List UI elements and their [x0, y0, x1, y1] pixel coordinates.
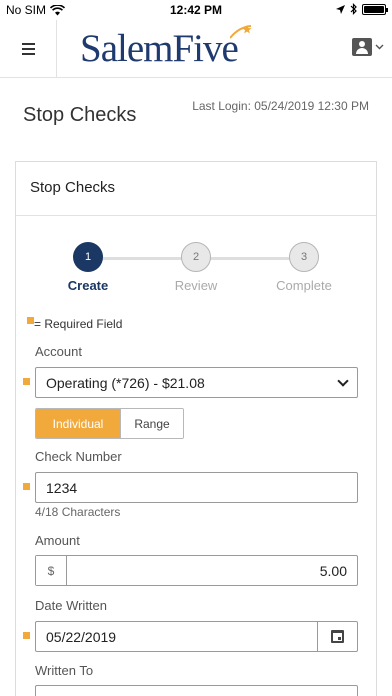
battery-icon [362, 3, 388, 15]
stop-checks-card: Stop Checks 1 2 3 Create Review Complete… [15, 161, 377, 696]
chevron-down-icon [337, 375, 349, 387]
step-1-label: Create [67, 278, 109, 293]
location-arrow-icon [336, 4, 345, 14]
progress-stepper: 1 2 3 Create Review Complete [16, 241, 376, 301]
currency-symbol: $ [36, 556, 67, 585]
logo-text: SalemFive [80, 27, 239, 70]
required-marker [23, 632, 30, 639]
step-3-circle: 3 [289, 242, 319, 272]
chevron-down-icon [375, 44, 384, 50]
status-right [336, 3, 388, 15]
step-connector [196, 257, 304, 260]
range-button[interactable]: Range [120, 409, 183, 438]
check-number-label: Check Number [35, 449, 122, 464]
app-header: SalemFive [0, 20, 392, 78]
date-written-value: 05/22/2019 [46, 628, 117, 645]
status-time: 12:42 PM [169, 3, 223, 17]
date-picker-button[interactable] [317, 622, 357, 651]
page-title: Stop Checks [23, 104, 137, 126]
user-account-icon [352, 38, 372, 56]
individual-button[interactable]: Individual [36, 409, 120, 438]
required-field-legend: = Required Field [27, 317, 122, 331]
account-label: Account [35, 344, 82, 359]
hamburger-menu-button[interactable] [0, 20, 57, 77]
step-2-label: Review [174, 278, 218, 293]
account-select[interactable]: Operating (*726) - $21.08 [35, 367, 358, 398]
required-marker [27, 317, 34, 324]
card-title: Stop Checks [16, 162, 376, 216]
logo-star-icon [230, 25, 252, 39]
status-bar: No SIM 12:42 PM [0, 0, 392, 20]
step-1-circle: 1 [73, 242, 103, 272]
required-legend-text: = Required Field [34, 317, 123, 331]
amount-input-group: $ 5.00 [35, 555, 358, 586]
check-mode-toggle: Individual Range [35, 408, 184, 439]
user-account-button[interactable] [352, 38, 384, 56]
check-number-input[interactable]: 1234 [35, 472, 358, 503]
required-marker [23, 378, 30, 385]
hamburger-icon [21, 42, 35, 45]
date-written-input[interactable]: 05/22/2019 [36, 622, 317, 651]
step-2-circle: 2 [181, 242, 211, 272]
account-select-value: Operating (*726) - $21.08 [46, 374, 205, 391]
last-login: Last Login: 05/24/2019 12:30 PM [192, 99, 369, 113]
character-count: 4/18 Characters [35, 505, 121, 519]
required-marker [23, 483, 30, 490]
bluetooth-icon [350, 3, 357, 15]
salem-five-logo: SalemFive [80, 25, 252, 71]
amount-input[interactable]: 5.00 [67, 556, 357, 585]
written-to-input[interactable] [35, 685, 358, 696]
check-number-value: 1234 [46, 479, 78, 496]
date-written-group: 05/22/2019 [35, 621, 358, 652]
written-to-label: Written To [35, 663, 94, 678]
step-3-label: Complete [276, 278, 332, 293]
date-written-label: Date Written [35, 598, 108, 613]
amount-value: 5.00 [319, 562, 347, 579]
step-connector [88, 257, 196, 260]
calendar-icon [331, 630, 344, 643]
amount-label: Amount [35, 533, 80, 548]
